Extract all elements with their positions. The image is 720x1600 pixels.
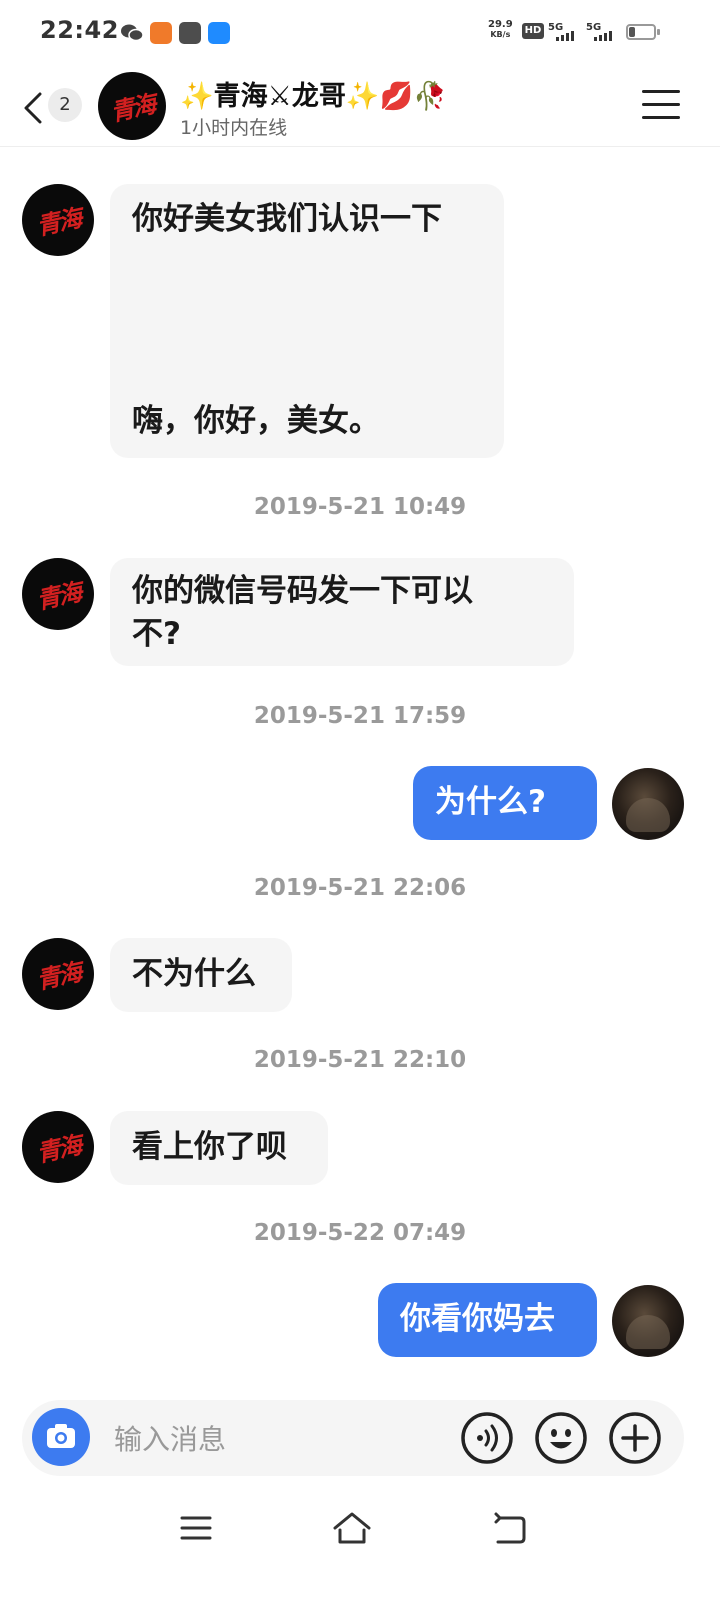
chat-header: 2 青海 ✨青海⚔龙哥✨💋🥀 1小时内在线 [0,66,720,147]
contact-name[interactable]: ✨青海⚔龙哥✨💋🥀 [180,74,447,113]
voice-button[interactable] [460,1411,514,1465]
battery-level [629,27,635,37]
sender-avatar[interactable]: 青海 [22,184,94,256]
camera-button[interactable] [32,1408,90,1466]
hd-icon: HD [522,23,544,39]
message-bubble-incoming[interactable]: 看上你了呗 [110,1111,328,1185]
emoji-icon [534,1412,588,1469]
battery-icon [626,24,656,40]
menu-icon [178,1516,214,1550]
message-text: 你好美女我们认识一下 [132,201,442,237]
app-notification-icon [179,22,201,44]
avatar-text: 青海 [33,577,83,615]
signal-icon [594,31,612,41]
network-speed: 29.9 KB/s [488,19,513,40]
home-button[interactable] [332,1510,372,1550]
message-bubble-incoming[interactable]: 你的微信号码发一下可以 不? [110,558,574,666]
contact-avatar[interactable]: 青海 [98,72,166,140]
unread-count-badge: 2 [48,88,82,122]
message-text: 嗨，你好，美女。 [132,403,380,439]
avatar-text: 青海 [33,1130,83,1168]
more-button[interactable] [608,1411,662,1465]
app-notification-icon [208,22,230,44]
avatar-figure [626,798,670,832]
back-nav-button[interactable] [492,1510,532,1550]
message-text: 你看你妈去 [400,1301,555,1337]
my-avatar[interactable] [612,768,684,840]
message-bubble-outgoing[interactable]: 为什么? [413,766,597,840]
menu-button[interactable] [642,90,680,122]
message-timestamp: 2019-5-21 22:06 [253,875,467,901]
message-text: 看上你了呗 [132,1129,287,1165]
menu-line [642,90,680,93]
signal-icon [556,31,574,41]
camera-icon [46,1423,76,1453]
menu-line [642,116,680,119]
avatar-figure [626,1315,670,1349]
plus-icon [608,1412,662,1469]
sender-avatar[interactable]: 青海 [22,938,94,1010]
message-timestamp: 2019-5-21 17:59 [253,703,467,729]
back-button[interactable]: 2 [18,86,88,126]
message-timestamp: 2019-5-21 22:10 [253,1047,467,1073]
back-icon [492,1512,528,1550]
emoji-button[interactable] [534,1411,588,1465]
chevron-left-icon [22,92,44,128]
wechat-notification-icon [120,22,144,44]
message-timestamp: 2019-5-21 10:49 [253,494,467,520]
message-bubble-incoming[interactable]: 不为什么 [110,938,292,1012]
avatar-text: 青海 [107,89,157,127]
status-time: 22:42 [40,16,119,44]
my-avatar[interactable] [612,1285,684,1357]
message-text: 不? [132,616,181,652]
sender-avatar[interactable]: 青海 [22,1111,94,1183]
system-nav-bar [0,1490,720,1600]
status-bar: 22:42 29.9 KB/s HD 5G 5G [0,0,720,66]
message-text: 你的微信号码发一下可以 [132,573,473,609]
message-bubble-outgoing[interactable]: 你看你妈去 [378,1283,597,1357]
home-icon [332,1512,372,1550]
avatar-text: 青海 [33,203,83,241]
contact-online-status: 1小时内在线 [180,117,288,139]
message-input-bar [22,1400,684,1476]
avatar-text: 青海 [33,957,83,995]
sender-avatar[interactable]: 青海 [22,558,94,630]
menu-line [642,103,680,106]
voice-icon [460,1412,514,1469]
battery-tip [657,29,660,35]
message-bubble-incoming[interactable]: 你好美女我们认识一下 嗨，你好，美女。 [110,184,504,458]
app-notification-icon [150,22,172,44]
message-timestamp: 2019-5-22 07:49 [253,1220,467,1246]
message-text: 不为什么 [132,956,256,992]
message-text: 为什么? [435,784,546,820]
message-input[interactable] [112,1418,446,1460]
recent-apps-button[interactable] [178,1510,218,1550]
